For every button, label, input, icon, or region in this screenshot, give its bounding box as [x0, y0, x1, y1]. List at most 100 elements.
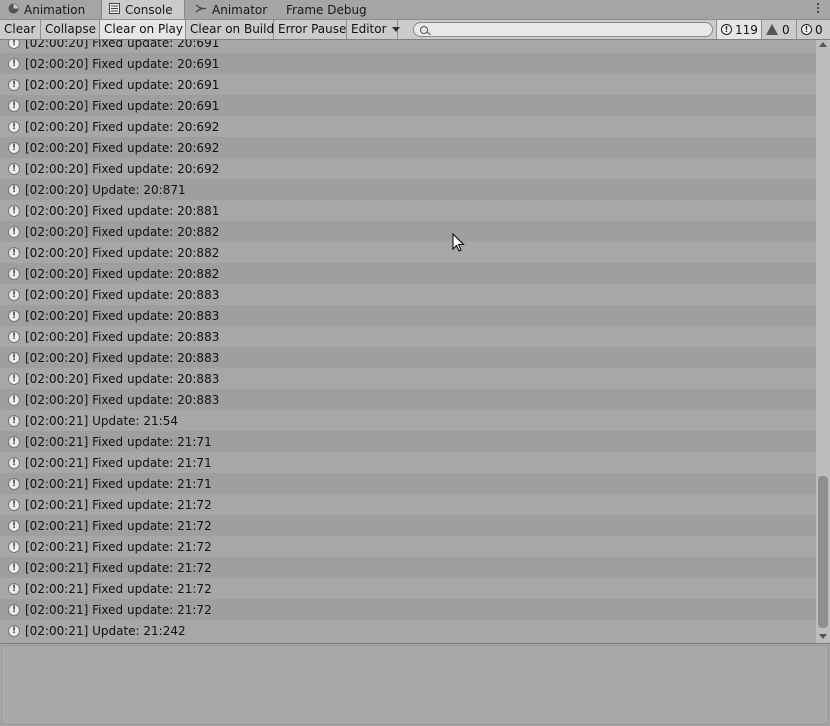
- log-entry-text: [02:00:20] Fixed update: 20:883: [25, 287, 220, 302]
- log-entry[interactable]: ! [02:00:21] Fixed update: 21:71: [0, 431, 816, 452]
- mouse-cursor-icon: [452, 232, 465, 256]
- log-info-icon: !: [8, 540, 20, 553]
- log-entry[interactable]: ! [02:00:21] Fixed update: 21:72: [0, 515, 816, 536]
- log-info-icon: !: [8, 477, 20, 490]
- log-entry[interactable]: ! [02:00:20] Fixed update: 20:692: [0, 116, 816, 137]
- scroll-up-icon[interactable]: [819, 42, 827, 47]
- log-entry[interactable]: ! [02:00:20] Fixed update: 20:882: [0, 263, 816, 284]
- log-entry[interactable]: ! [02:00:20] Update: 20:871: [0, 179, 816, 200]
- info-count-toggle[interactable]: ! 119: [716, 20, 761, 39]
- info-count: 119: [735, 22, 758, 37]
- log-info-icon: !: [8, 57, 20, 70]
- log-entry-text: [02:00:21] Fixed update: 21:72: [25, 560, 212, 575]
- log-entry[interactable]: ! [02:00:20] Fixed update: 20:883: [0, 347, 816, 368]
- log-entry-text: [02:00:20] Fixed update: 20:691: [25, 98, 220, 113]
- log-entry[interactable]: ! [02:00:21] Update: 21:54: [0, 410, 816, 431]
- warning-count-toggle[interactable]: 0: [761, 20, 796, 39]
- editor-dropdown[interactable]: Editor: [347, 20, 401, 39]
- kebab-menu-icon[interactable]: [817, 3, 820, 13]
- window-tab-bar: Animation Console Animator Frame Debug: [0, 0, 830, 19]
- log-entry-text: [02:00:21] Fixed update: 21:71: [25, 434, 212, 449]
- log-entry-text: [02:00:20] Fixed update: 20:883: [25, 329, 220, 344]
- log-entry-text: [02:00:21] Fixed update: 21:72: [25, 581, 212, 596]
- search-icon: [420, 26, 428, 34]
- log-entry[interactable]: ! [02:00:21] Fixed update: 21:71: [0, 473, 816, 494]
- log-entry-text: [02:00:20] Fixed update: 20:691: [25, 77, 220, 92]
- log-scrollbar[interactable]: [816, 40, 830, 643]
- log-entry-text: [02:00:20] Fixed update: 20:882: [25, 266, 220, 281]
- log-info-icon: !: [8, 225, 20, 238]
- log-entry[interactable]: ! [02:00:21] Fixed update: 21:72: [0, 536, 816, 557]
- log-info-icon: !: [8, 162, 20, 175]
- log-entry-text: [02:00:20] Fixed update: 20:883: [25, 350, 220, 365]
- tab-label: Animation: [24, 2, 86, 17]
- log-info-icon: !: [8, 351, 20, 364]
- log-info-icon: !: [8, 393, 20, 406]
- error-count-toggle[interactable]: ! 0: [796, 20, 830, 39]
- log-info-icon: !: [8, 582, 20, 595]
- chevron-down-icon: [392, 27, 401, 32]
- log-entry[interactable]: ! [02:00:21] Update: 21:242: [0, 620, 816, 641]
- log-info-icon: !: [8, 78, 20, 91]
- log-entry[interactable]: ! [02:00:20] Fixed update: 20:692: [0, 137, 816, 158]
- log-entry[interactable]: ! [02:00:21] Fixed update: 21:71: [0, 452, 816, 473]
- log-entry[interactable]: ! [02:00:20] Fixed update: 20:691: [0, 40, 816, 53]
- log-entry[interactable]: ! [02:00:20] Fixed update: 20:692: [0, 158, 816, 179]
- log-entry[interactable]: ! [02:00:20] Fixed update: 20:883: [0, 368, 816, 389]
- error-icon: !: [801, 24, 812, 35]
- log-entry[interactable]: ! [02:00:21] Fixed update: 21:72: [0, 599, 816, 620]
- log-entry[interactable]: ! [02:00:20] Fixed update: 20:883: [0, 326, 816, 347]
- error-pause-toggle[interactable]: Error Pause: [274, 20, 347, 39]
- log-info-icon: !: [8, 40, 20, 49]
- log-info-icon: !: [8, 99, 20, 112]
- tab-animation[interactable]: Animation: [8, 0, 85, 19]
- info-icon: !: [721, 24, 732, 35]
- log-entry-text: [02:00:21] Fixed update: 21:71: [25, 476, 212, 491]
- log-info-icon: !: [8, 456, 20, 469]
- log-entry[interactable]: ! [02:00:20] Fixed update: 20:883: [0, 389, 816, 410]
- tab-animator[interactable]: Animator: [195, 0, 267, 19]
- tab-console[interactable]: Console: [101, 0, 185, 19]
- scroll-down-icon[interactable]: [819, 634, 827, 639]
- log-entry[interactable]: ! [02:00:20] Fixed update: 20:882: [0, 221, 816, 242]
- log-info-icon: !: [8, 603, 20, 616]
- log-info-icon: !: [8, 435, 20, 448]
- clear-on-play-toggle[interactable]: Clear on Play: [100, 20, 186, 39]
- log-entry[interactable]: ! [02:00:20] Fixed update: 20:883: [0, 305, 816, 326]
- scroll-thumb[interactable]: [818, 476, 828, 628]
- log-entry[interactable]: ! [02:00:21] Fixed update: 21:72: [0, 557, 816, 578]
- log-entry[interactable]: ! [02:00:20] Fixed update: 20:691: [0, 95, 816, 116]
- log-entry-text: [02:00:20] Fixed update: 20:882: [25, 245, 220, 260]
- log-info-icon: !: [8, 624, 20, 637]
- warning-icon: [766, 24, 778, 35]
- log-entry-text: [02:00:20] Update: 20:871: [25, 182, 186, 197]
- log-detail-text-area[interactable]: [1, 645, 829, 725]
- log-info-icon: !: [8, 372, 20, 385]
- log-entry[interactable]: ! [02:00:20] Fixed update: 20:881: [0, 200, 816, 221]
- log-entry[interactable]: ! [02:00:20] Fixed update: 20:882: [0, 242, 816, 263]
- log-info-icon: !: [8, 267, 20, 280]
- log-entry-text: [02:00:20] Fixed update: 20:692: [25, 140, 220, 155]
- log-entry[interactable]: ! [02:00:21] Fixed update: 21:72: [0, 578, 816, 599]
- clear-button[interactable]: Clear: [0, 20, 41, 39]
- log-entry[interactable]: ! [02:00:20] Fixed update: 20:691: [0, 74, 816, 95]
- log-entry[interactable]: ! [02:00:21] Fixed update: 21:72: [0, 494, 816, 515]
- collapse-button[interactable]: Collapse: [41, 20, 100, 39]
- animator-icon: [195, 3, 207, 17]
- tab-label: Frame Debug: [286, 2, 367, 17]
- tab-frame-debug[interactable]: Frame Debug: [286, 0, 367, 19]
- log-entry-text: [02:00:21] Update: 21:242: [25, 623, 186, 638]
- clear-on-build-toggle[interactable]: Clear on Build: [186, 20, 274, 39]
- log-list[interactable]: ! [02:00:20] Fixed update: 20:691! [02:00:…: [0, 40, 816, 643]
- log-detail-pane: [0, 643, 830, 726]
- console-toolbar: Clear Collapse Clear on Play Clear on Bu…: [0, 19, 830, 40]
- warning-count: 0: [782, 22, 790, 37]
- search-input[interactable]: [413, 22, 713, 37]
- log-entry-text: [02:00:20] Fixed update: 20:692: [25, 119, 220, 134]
- log-entry-text: [02:00:20] Fixed update: 20:883: [25, 371, 220, 386]
- log-info-icon: !: [8, 330, 20, 343]
- log-entry-text: [02:00:21] Fixed update: 21:72: [25, 497, 212, 512]
- log-info-icon: !: [8, 498, 20, 511]
- log-entry[interactable]: ! [02:00:20] Fixed update: 20:883: [0, 284, 816, 305]
- log-entry[interactable]: ! [02:00:20] Fixed update: 20:691: [0, 53, 816, 74]
